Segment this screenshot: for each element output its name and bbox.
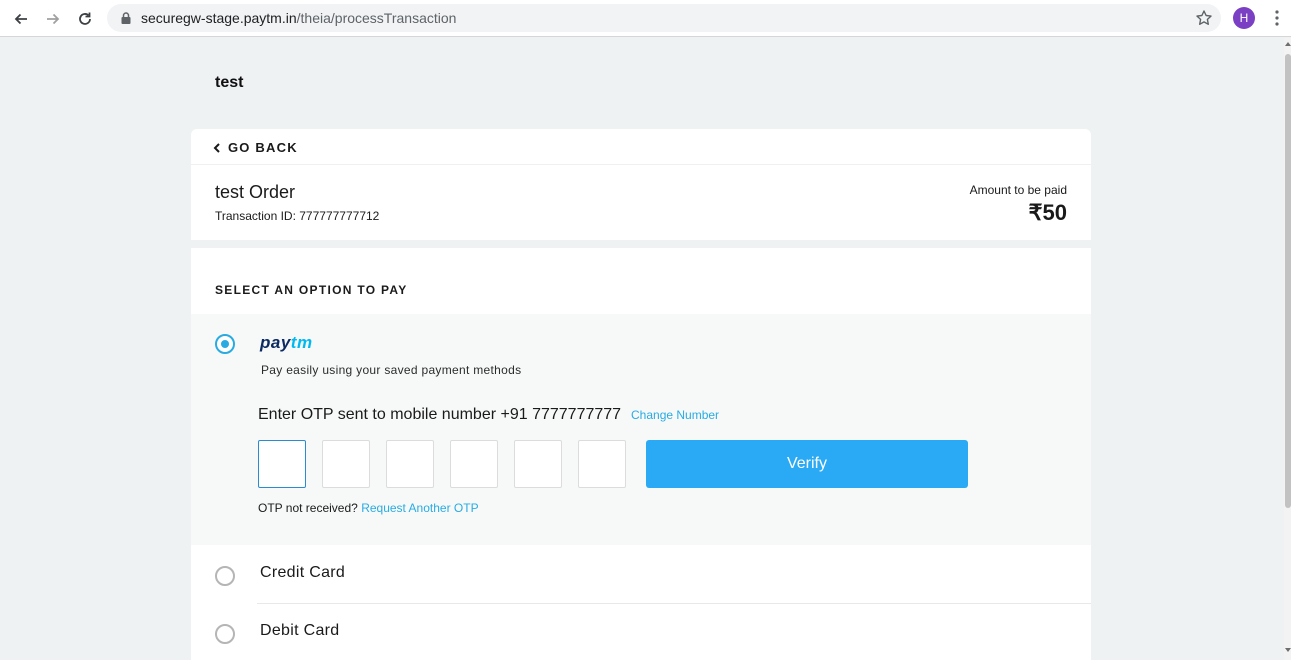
paytm-description: Pay easily using your saved payment meth… — [261, 363, 522, 377]
lock-icon — [121, 12, 131, 24]
back-button[interactable] — [8, 6, 34, 32]
page-content: test GO BACK test Order Transaction ID: … — [0, 38, 1284, 660]
merchant-name: test — [215, 74, 244, 91]
paytm-option: paytm Pay easily using your saved paymen… — [191, 314, 1091, 545]
transaction-id: Transaction ID: 777777777712 — [215, 209, 380, 223]
payment-options-card: SELECT AN OPTION TO PAY paytm Pay easily… — [191, 248, 1091, 660]
credit-card-radio[interactable] — [215, 566, 235, 586]
arrow-right-icon — [47, 13, 60, 25]
paytm-radio[interactable] — [215, 334, 235, 354]
otp-digit-6[interactable] — [578, 440, 626, 488]
profile-initial: H — [1239, 11, 1249, 25]
scrollbar-thumb[interactable] — [1285, 54, 1291, 508]
credit-card-label: Credit Card — [260, 564, 346, 581]
otp-digit-3[interactable] — [386, 440, 434, 488]
url-path: /theia/processTransaction — [296, 10, 457, 26]
debit-card-label: Debit Card — [260, 622, 340, 639]
scroll-down-arrow-icon[interactable] — [1285, 646, 1291, 654]
arrow-left-icon — [14, 13, 27, 25]
menu-dots-icon[interactable] — [1268, 9, 1286, 27]
otp-prompt: Enter OTP sent to mobile number +91 7777… — [258, 406, 622, 423]
debit-card-option[interactable]: Debit Card — [191, 603, 1091, 660]
amount-value: ₹50 — [1028, 200, 1067, 225]
otp-not-received-text: OTP not received? — [258, 501, 358, 515]
forward-button[interactable] — [40, 6, 66, 32]
change-number-link[interactable]: Change Number — [631, 408, 719, 422]
otp-digit-1[interactable] — [258, 440, 306, 488]
divider — [191, 164, 1091, 165]
paytm-logo-tm: tm — [290, 333, 313, 352]
otp-digit-4[interactable] — [450, 440, 498, 488]
otp-digit-2[interactable] — [322, 440, 370, 488]
chevron-left-icon — [213, 142, 220, 153]
order-card: GO BACK test Order Transaction ID: 77777… — [191, 129, 1091, 240]
bookmark-star-icon[interactable] — [1195, 9, 1213, 27]
browser-toolbar: securegw-stage.paytm.in/theia/processTra… — [0, 0, 1291, 37]
otp-digit-5[interactable] — [514, 440, 562, 488]
profile-avatar[interactable]: H — [1233, 7, 1255, 29]
order-title: test Order — [215, 182, 296, 202]
debit-card-radio[interactable] — [215, 624, 235, 644]
verify-button[interactable]: Verify — [646, 440, 968, 488]
url-text: securegw-stage.paytm.in/theia/processTra… — [141, 10, 456, 26]
otp-not-received: OTP not received? Request Another OTP — [258, 501, 479, 515]
reload-button[interactable] — [72, 6, 98, 32]
address-bar[interactable]: securegw-stage.paytm.in/theia/processTra… — [107, 4, 1221, 32]
paytm-logo-pay: pay — [260, 333, 291, 352]
select-option-title: SELECT AN OPTION TO PAY — [215, 283, 408, 297]
scroll-up-arrow-icon[interactable] — [1285, 40, 1291, 48]
amount-label: Amount to be paid — [969, 183, 1067, 197]
paytm-logo: paytm — [260, 333, 313, 353]
reload-icon — [79, 12, 91, 25]
url-host: securegw-stage.paytm.in — [141, 10, 297, 26]
request-another-otp-link[interactable]: Request Another OTP — [361, 501, 478, 515]
credit-card-option[interactable]: Credit Card — [191, 545, 1091, 603]
go-back-button[interactable]: GO BACK — [213, 140, 298, 155]
go-back-label: GO BACK — [228, 140, 298, 155]
